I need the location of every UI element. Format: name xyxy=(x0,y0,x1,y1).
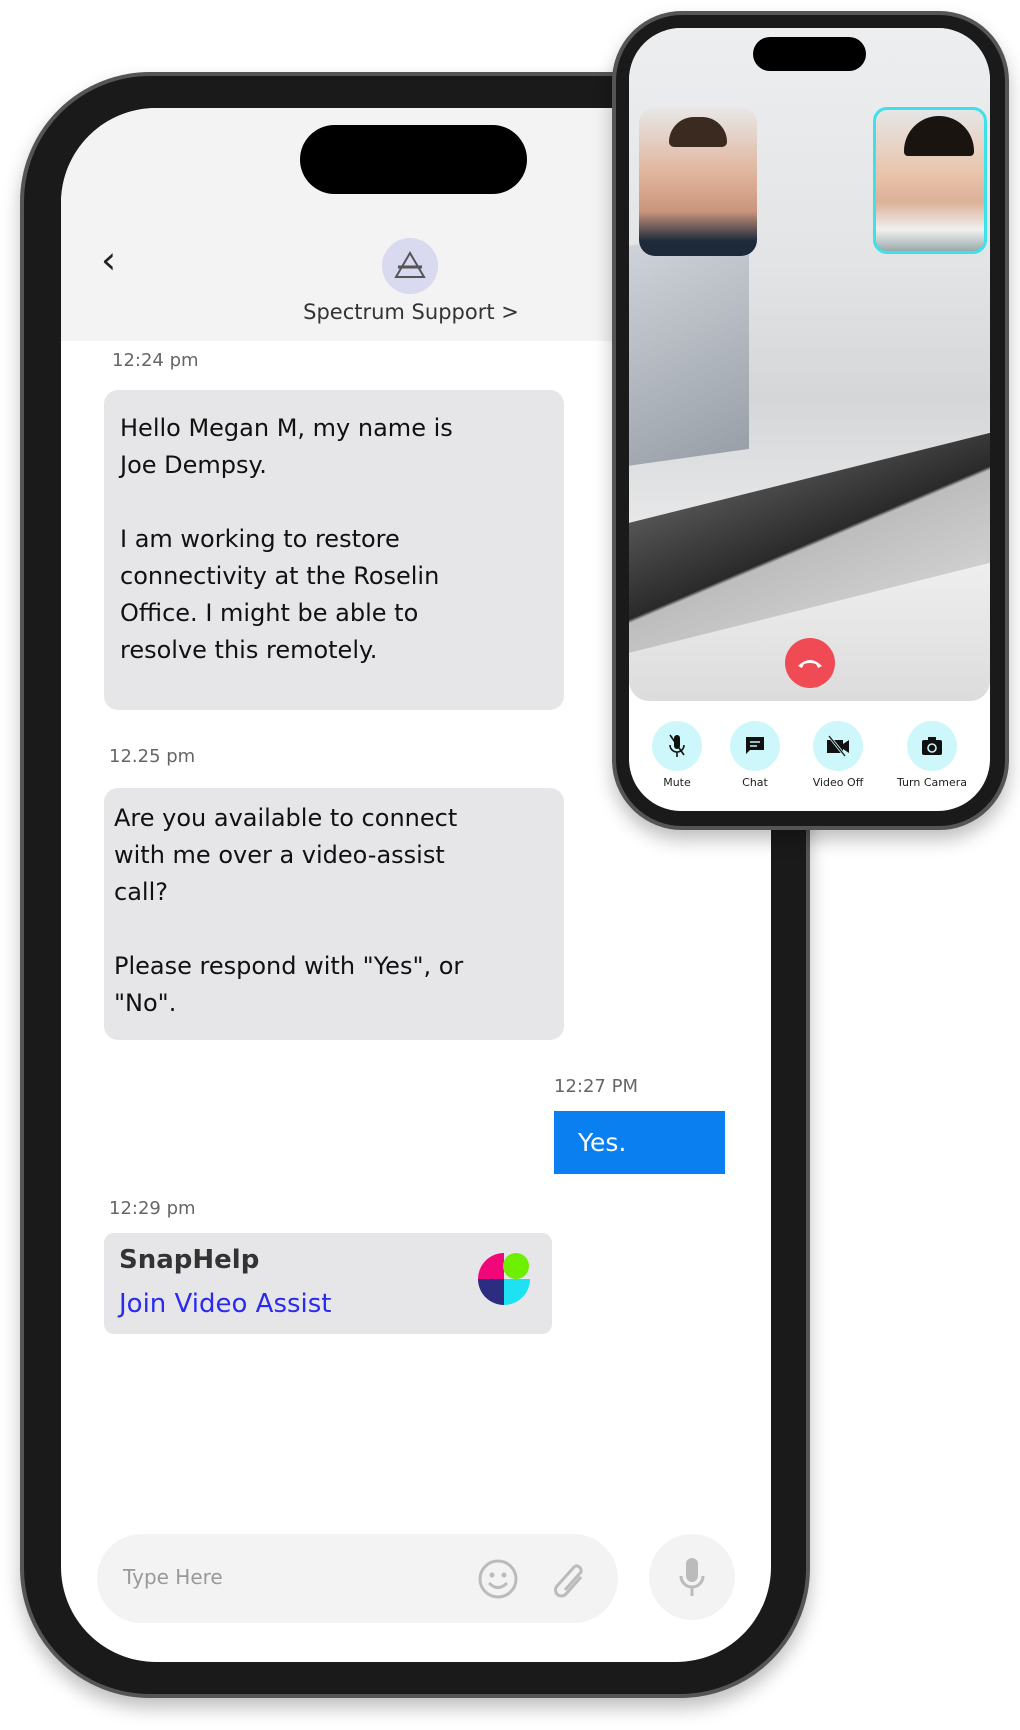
message-bubble-incoming: Are you available to connect with me ove… xyxy=(104,788,564,1040)
back-button[interactable]: ‹ xyxy=(101,238,116,282)
video-off-icon xyxy=(827,735,849,757)
end-call-button[interactable] xyxy=(785,638,835,688)
self-video-tile[interactable] xyxy=(639,107,757,256)
join-video-assist-link[interactable]: Join Video Assist xyxy=(119,1289,332,1319)
spectrum-logo-icon xyxy=(394,251,426,278)
video-off-label: Video Off xyxy=(812,776,864,789)
flip-camera-icon xyxy=(922,737,942,755)
participant-video-tile[interactable] xyxy=(873,107,987,254)
snaphelp-card[interactable]: SnapHelp Join Video Assist xyxy=(104,1233,552,1334)
chat-icon xyxy=(746,737,764,754)
video-call-screen: Mute Chat Video Off Turn Camera xyxy=(629,28,990,811)
attachment-icon[interactable] xyxy=(545,1556,587,1602)
voice-record-button[interactable] xyxy=(649,1534,735,1620)
laptop-keyboard-image xyxy=(629,430,990,656)
message-timestamp: 12:24 pm xyxy=(112,350,199,371)
laptop-screen-image xyxy=(629,228,749,468)
message-input-placeholder: Type Here xyxy=(123,1565,223,1589)
chat-button[interactable] xyxy=(730,721,780,771)
message-bubble-outgoing: Yes. xyxy=(554,1111,725,1174)
hang-up-icon xyxy=(798,660,822,668)
emoji-icon[interactable] xyxy=(477,1558,519,1600)
turn-camera-label: Turn Camera xyxy=(897,776,967,789)
message-timestamp: 12.25 pm xyxy=(109,746,196,767)
snaphelp-logo-icon xyxy=(478,1253,530,1305)
dynamic-island xyxy=(753,37,866,71)
message-bubble-incoming: Hello Megan M, my name is Joe Dempsy. I … xyxy=(104,390,564,710)
mute-button[interactable] xyxy=(652,721,702,771)
turn-camera-button[interactable] xyxy=(907,721,957,771)
card-title: SnapHelp xyxy=(119,1245,260,1275)
microphone-icon xyxy=(679,1558,705,1596)
video-off-button[interactable] xyxy=(813,721,863,771)
mic-off-icon xyxy=(669,734,685,757)
message-input[interactable]: Type Here xyxy=(97,1534,618,1623)
message-timestamp: 12:27 PM xyxy=(554,1076,638,1097)
contact-name-link[interactable]: Spectrum Support > xyxy=(211,300,611,324)
contact-avatar[interactable] xyxy=(382,238,438,294)
dynamic-island xyxy=(300,125,527,194)
message-timestamp: 12:29 pm xyxy=(109,1198,196,1219)
